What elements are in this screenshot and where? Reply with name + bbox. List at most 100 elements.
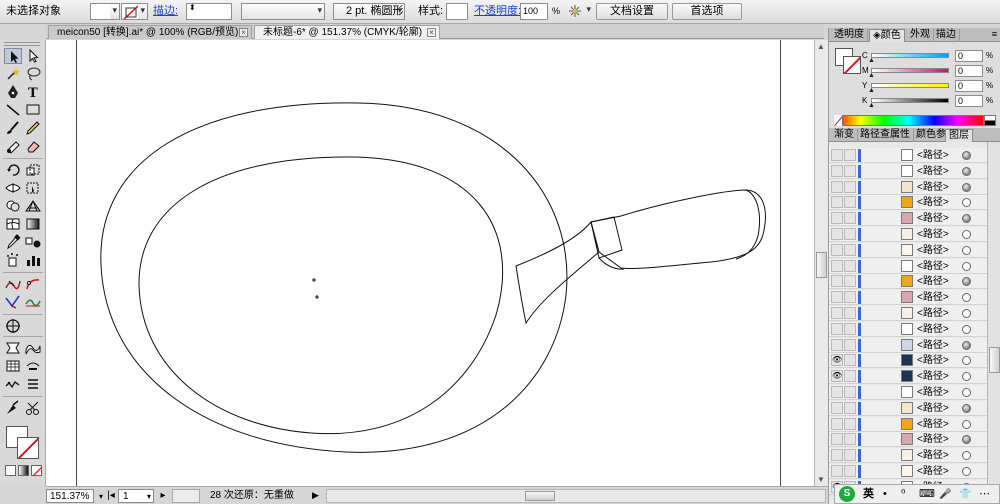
layer-row[interactable]: <路径> — [829, 338, 987, 353]
tab-appearance[interactable]: 外观 — [907, 29, 934, 42]
blend-tool-icon[interactable] — [24, 234, 42, 250]
layer-row[interactable]: <路径> — [829, 432, 987, 447]
scroll-up-arrow-icon[interactable]: ▲ — [817, 42, 825, 51]
punctuation-icon[interactable]: • — [883, 487, 887, 502]
close-icon[interactable]: × — [239, 28, 248, 37]
layer-row[interactable]: <路径> — [829, 417, 987, 432]
sogou-logo-icon[interactable]: S — [839, 486, 855, 502]
cyan-value-field[interactable]: 0 — [955, 50, 983, 62]
lock-toggle[interactable] — [844, 260, 856, 272]
layer-row[interactable]: 👁 <路径> — [829, 369, 987, 384]
anchor-point-tool-icon[interactable] — [4, 276, 22, 292]
cyan-slider[interactable] — [871, 53, 949, 58]
panel-stroke-swatch[interactable] — [843, 56, 861, 74]
status-menu-arrow-icon[interactable]: ▶ — [312, 489, 322, 503]
visibility-toggle[interactable] — [831, 275, 843, 287]
target-indicator-icon[interactable] — [962, 388, 971, 397]
slider-thumb-icon[interactable]: ▲ — [868, 87, 875, 94]
pen-tool-icon[interactable] — [4, 84, 22, 100]
visibility-toggle[interactable] — [831, 181, 843, 193]
scroll-thumb[interactable] — [525, 491, 555, 501]
smooth-tool-icon[interactable] — [24, 294, 42, 310]
lasso-tool-icon[interactable] — [24, 66, 42, 82]
black-slider[interactable] — [871, 98, 949, 103]
visibility-toggle[interactable] — [831, 212, 843, 224]
layer-row[interactable]: <路径> — [829, 180, 987, 195]
target-indicator-icon[interactable] — [962, 246, 971, 255]
eraser-tool-icon[interactable] — [24, 138, 42, 154]
layer-row[interactable]: <路径> — [829, 195, 987, 210]
visibility-toggle[interactable] — [831, 465, 843, 477]
path-name[interactable]: <路径> — [917, 149, 949, 162]
black-white-swatch[interactable] — [984, 115, 996, 126]
layer-row[interactable]: <路径> — [829, 322, 987, 337]
path-name[interactable]: <路径> — [917, 260, 949, 273]
black-value-field[interactable]: 0 — [955, 95, 983, 107]
frying-pan-artwork[interactable] — [46, 40, 814, 486]
artboard-canvas[interactable] — [46, 40, 814, 486]
visibility-toggle[interactable] — [831, 260, 843, 272]
visibility-toggle[interactable] — [831, 149, 843, 161]
layers-vertical-scrollbar[interactable] — [987, 142, 1000, 504]
layer-row[interactable]: <路径> — [829, 290, 987, 305]
lock-toggle[interactable] — [844, 339, 856, 351]
path-name[interactable]: <路径> — [917, 165, 949, 178]
visibility-toggle[interactable] — [831, 228, 843, 240]
rectangle-tool-icon[interactable] — [24, 102, 42, 118]
tab-gradient[interactable]: 渐变 — [831, 129, 858, 142]
pan-handle-end[interactable] — [735, 189, 760, 260]
tab-layers[interactable]: 图层 — [945, 129, 973, 142]
document-tab-meicon50[interactable]: meicon50 [转换].ai* @ 100% (RGB/预览) × — [48, 25, 252, 39]
layer-row[interactable]: <路径> — [829, 274, 987, 289]
panel-menu-icon[interactable]: ≡ — [992, 29, 997, 39]
none-color-icon[interactable] — [834, 115, 843, 126]
visibility-toggle[interactable] — [831, 433, 843, 445]
graph-data-tool-icon[interactable] — [4, 358, 22, 374]
puppet-warp-tool-icon[interactable] — [4, 318, 22, 334]
next-artboard-button[interactable]: ▸ — [158, 489, 168, 503]
pan-outer-rim[interactable] — [100, 102, 568, 453]
preferences-button[interactable]: 首选项 — [672, 3, 742, 20]
target-indicator-icon[interactable] — [962, 451, 971, 460]
first-artboard-button[interactable]: |◂ — [106, 489, 116, 503]
stroke-color-swatch[interactable] — [121, 3, 139, 20]
layer-row[interactable]: <路径> — [829, 148, 987, 163]
lock-toggle[interactable] — [844, 149, 856, 161]
layer-row[interactable]: <路径> — [829, 385, 987, 400]
gradient-mode-button[interactable] — [18, 465, 29, 476]
path-name[interactable]: <路径> — [917, 244, 949, 257]
path-name[interactable]: <路径> — [917, 370, 949, 383]
slider-thumb-icon[interactable]: ▲ — [868, 57, 875, 64]
skin-icon[interactable]: 👕 — [959, 487, 971, 502]
symbol-sprayer-tool-icon[interactable] — [4, 252, 22, 268]
symbol-shifter-tool-icon[interactable] — [4, 376, 22, 392]
fill-dropdown-chevron-icon[interactable] — [110, 3, 120, 20]
visibility-toggle[interactable] — [831, 402, 843, 414]
path-name[interactable]: <路径> — [917, 228, 949, 241]
target-indicator-icon[interactable] — [962, 309, 971, 318]
column-graph-tool-icon[interactable] — [24, 252, 42, 268]
toolbox-menu-icon[interactable]: ⋯ — [979, 487, 990, 502]
layer-row[interactable]: <路径> — [829, 211, 987, 226]
pan-inner-base[interactable] — [138, 156, 504, 435]
target-indicator-icon[interactable] — [962, 151, 971, 160]
stroke-dropdown-chevron-icon[interactable] — [138, 3, 148, 20]
artboard-number-field[interactable]: 1 — [118, 489, 154, 503]
lock-toggle[interactable] — [844, 354, 856, 366]
path-name[interactable]: <路径> — [917, 402, 949, 415]
lock-toggle[interactable] — [844, 275, 856, 287]
type-tool-icon[interactable]: T — [24, 84, 42, 100]
target-indicator-icon[interactable] — [962, 167, 971, 176]
lock-toggle[interactable] — [844, 212, 856, 224]
path-name[interactable]: <路径> — [917, 386, 949, 399]
lock-toggle[interactable] — [844, 165, 856, 177]
ime-language-toggle[interactable]: 英 — [863, 487, 874, 502]
target-indicator-icon[interactable] — [962, 277, 971, 286]
curvature-tool-icon[interactable] — [24, 276, 42, 292]
scroll-thumb[interactable] — [816, 252, 827, 278]
layer-row[interactable]: <路径> — [829, 306, 987, 321]
pan-handle-neck[interactable] — [515, 220, 600, 325]
pencil-tool-icon[interactable] — [24, 120, 42, 136]
visibility-toggle[interactable] — [831, 339, 843, 351]
tab-attributes[interactable]: 属性 — [887, 129, 914, 142]
